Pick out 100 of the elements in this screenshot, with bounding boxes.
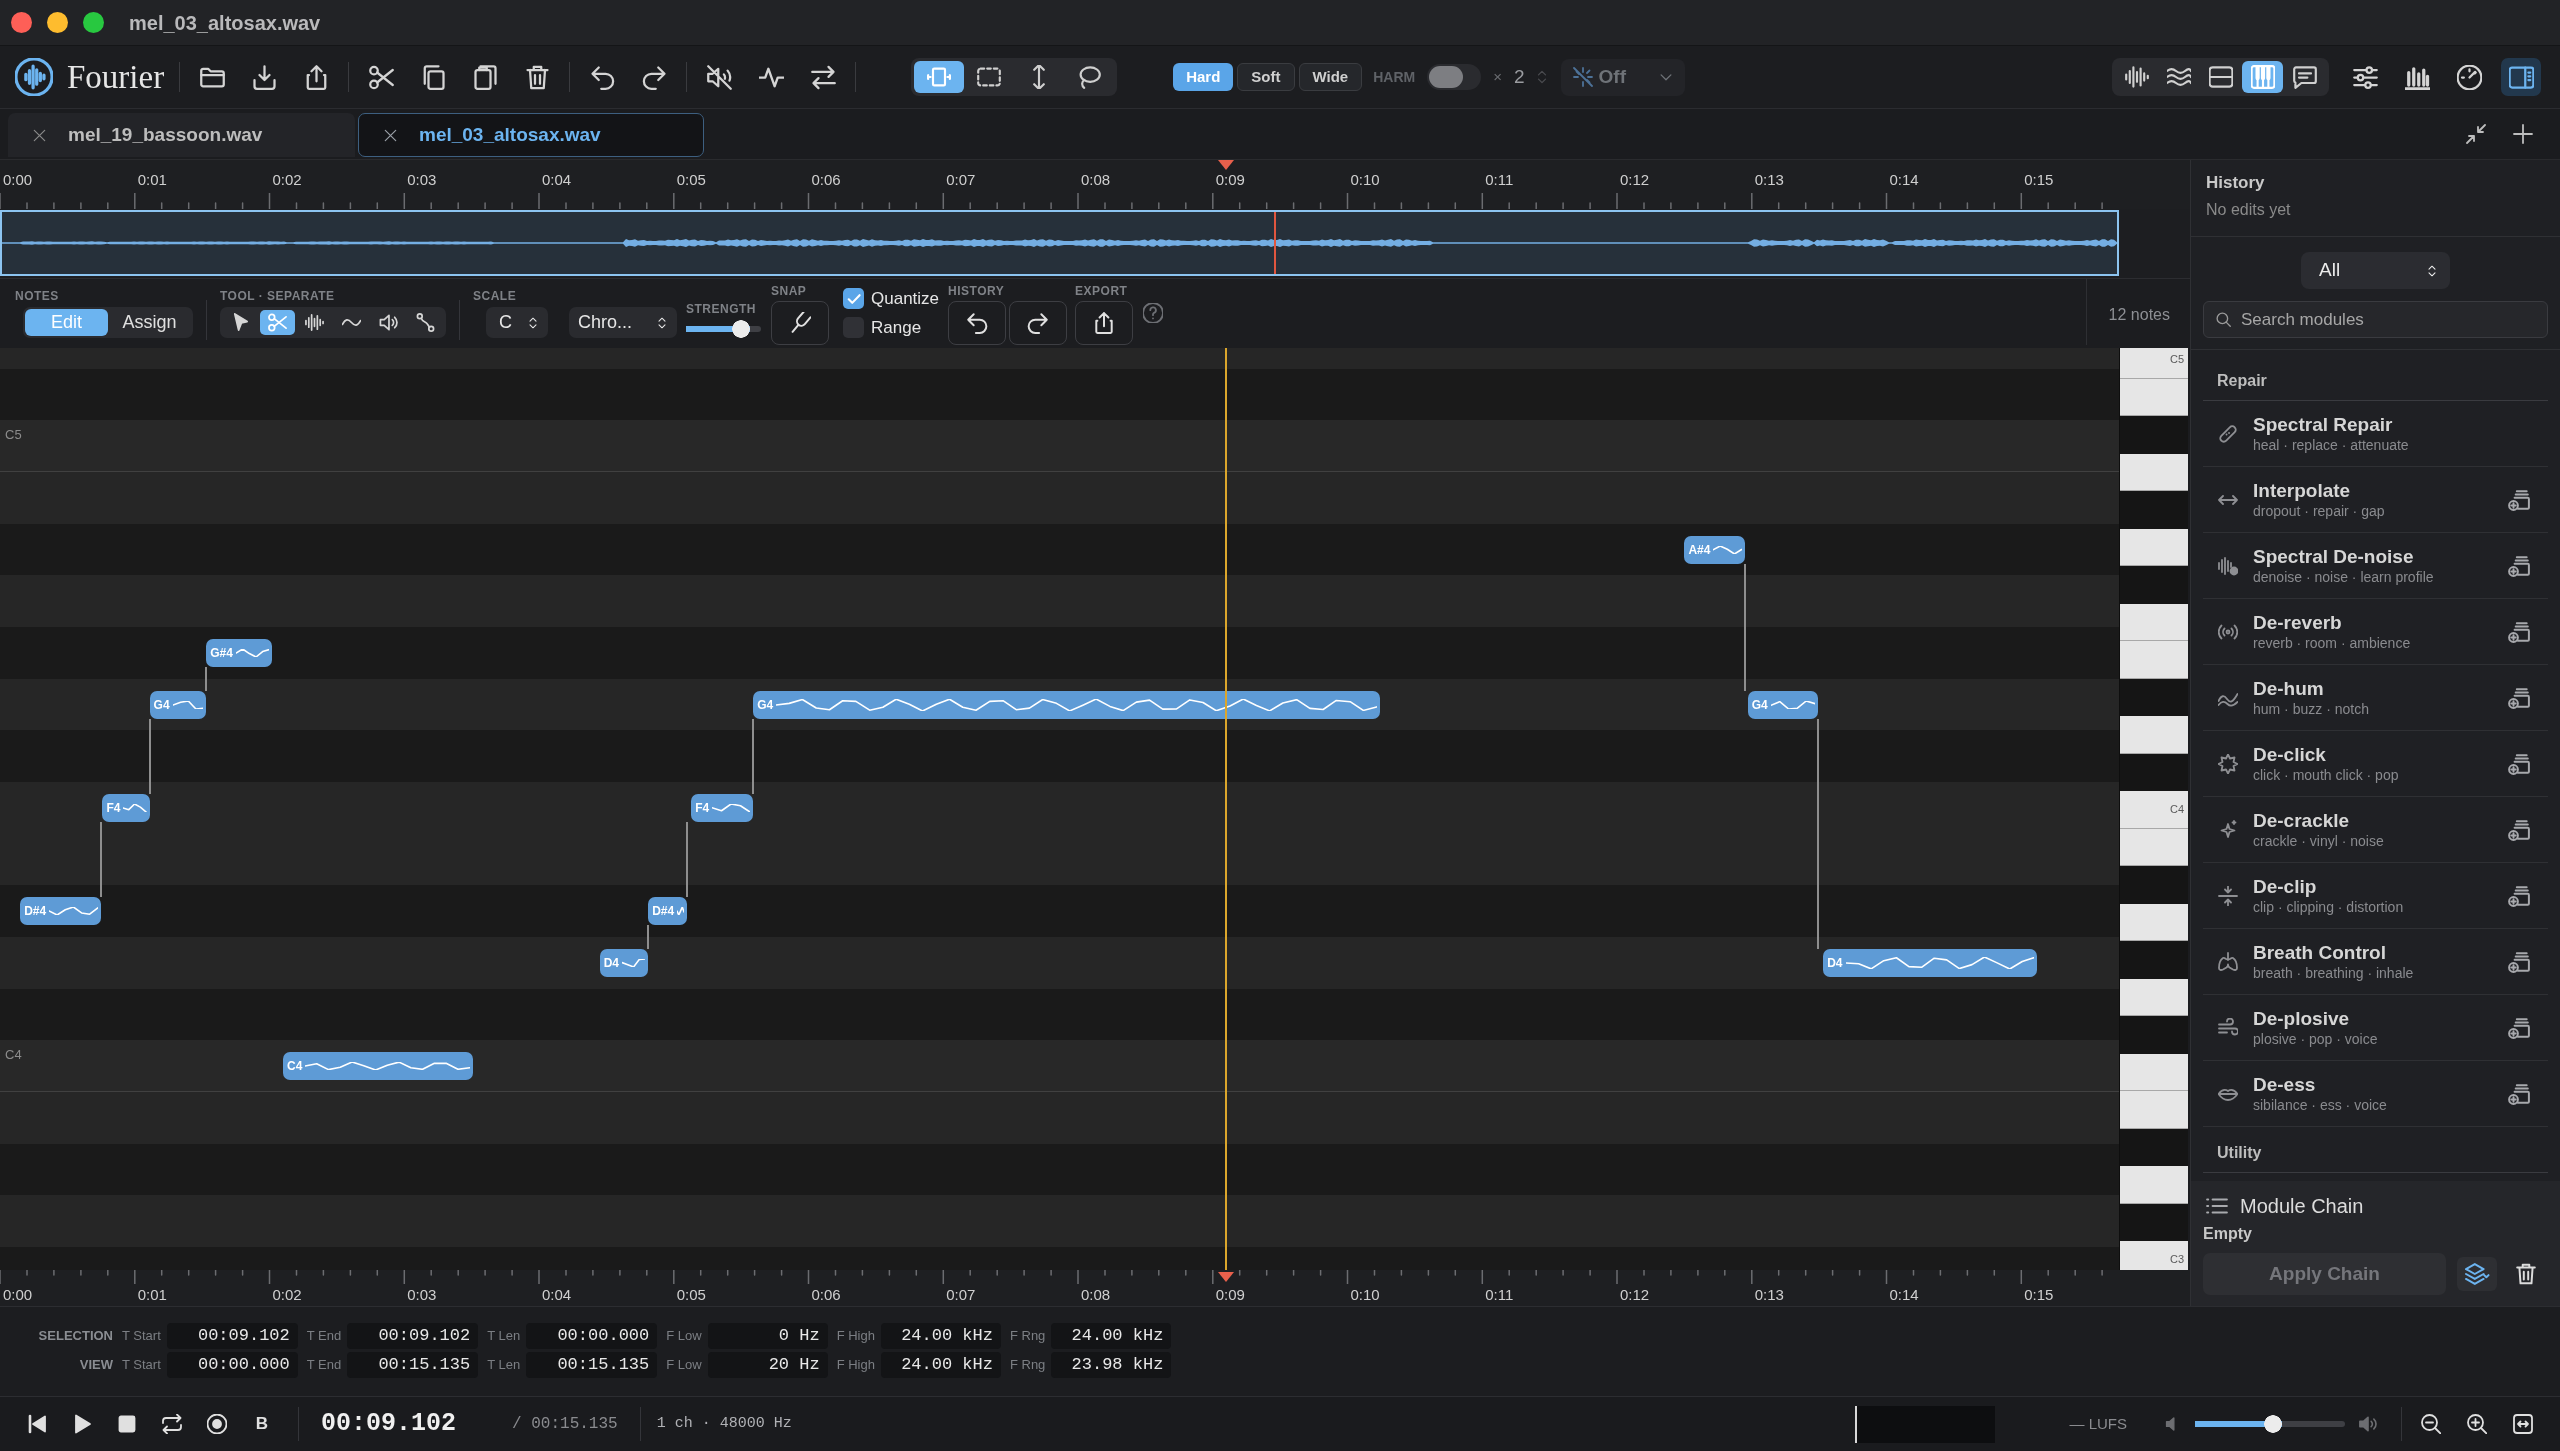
tuning-fork-icon[interactable] [789, 312, 811, 334]
history-redo-button[interactable] [1009, 301, 1068, 345]
split-rect-icon[interactable] [2208, 65, 2233, 89]
value-field[interactable]: 00:09.102 [347, 1323, 479, 1349]
module-item[interactable]: De-plosive plosive · pop · voice [2203, 995, 2548, 1061]
value-field[interactable]: 23.98 kHz [1051, 1352, 1172, 1378]
overview-viewport[interactable] [0, 210, 2119, 276]
value-field[interactable]: 24.00 kHz [880, 1352, 1001, 1378]
module-item[interactable]: Spectral De-noise denoise · noise · learn profile [2203, 533, 2548, 599]
waves-icon[interactable] [2166, 65, 2191, 89]
value-field[interactable]: 00:15.135 [526, 1352, 658, 1378]
split-tool-button[interactable] [260, 310, 295, 335]
scale-select[interactable]: Chro... [569, 307, 677, 338]
piano-key[interactable] [2120, 978, 2188, 1017]
sidebar-panel-icon[interactable] [2508, 64, 2534, 90]
piano-key[interactable] [2120, 828, 2188, 867]
mode-tab[interactable]: Assign [108, 309, 191, 336]
skip-back-icon[interactable] [27, 1414, 47, 1434]
fit-box-icon[interactable] [2513, 1414, 2533, 1434]
sliders-icon[interactable] [2352, 64, 2378, 90]
harm-toggle[interactable] [1427, 64, 1482, 90]
time-select-button[interactable] [914, 61, 965, 93]
undo-icon[interactable] [966, 312, 989, 334]
help-icon[interactable] [1143, 303, 1164, 323]
chat-bubble-icon[interactable] [2292, 65, 2317, 89]
node-path-icon[interactable] [416, 313, 435, 332]
tray-download-icon[interactable] [251, 64, 277, 90]
module-item[interactable]: De-crackle crackle · vinyl · noise [2203, 797, 2548, 863]
bar-chart-icon[interactable] [2404, 64, 2430, 90]
piano-roll-view-button[interactable] [2242, 61, 2283, 93]
trash-icon[interactable] [524, 64, 550, 90]
play-icon[interactable] [72, 1414, 92, 1434]
close-icon[interactable] [33, 128, 46, 142]
value-field[interactable]: 0 Hz [707, 1323, 828, 1349]
history-undo-button[interactable] [948, 301, 1007, 345]
piano-key[interactable] [2120, 453, 2188, 492]
speaker-slash-icon[interactable] [706, 64, 732, 90]
value-field[interactable]: 00:09.102 [166, 1323, 298, 1349]
module-item[interactable]: Interpolate dropout · repair · gap [2203, 467, 2548, 533]
tab[interactable]: mel_03_altosax.wav [358, 113, 704, 157]
value-field[interactable]: 00:00.000 [526, 1323, 658, 1349]
clip-mode-button[interactable]: Wide [1298, 63, 1363, 91]
volume-slider[interactable] [2195, 1415, 2345, 1433]
value-field[interactable]: 00:00.000 [166, 1352, 298, 1378]
tab[interactable]: mel_19_bassoon.wav [8, 113, 355, 157]
redo-icon[interactable] [641, 64, 667, 90]
undo-icon[interactable] [589, 64, 615, 90]
filter-select[interactable]: All [2301, 252, 2450, 289]
piano-key[interactable]: C3 [2120, 1241, 2188, 1270]
minimize-window-button[interactable] [47, 12, 68, 33]
cursor-icon[interactable] [231, 313, 250, 332]
lasso-icon[interactable] [1077, 65, 1102, 89]
redo-icon[interactable] [1027, 312, 1050, 334]
b-toggle-button[interactable]: B [245, 1407, 279, 1441]
piano-key[interactable] [2120, 1053, 2188, 1092]
value-field[interactable]: 24.00 kHz [1051, 1323, 1172, 1349]
speaker-high-icon[interactable] [2359, 1415, 2377, 1433]
key-select[interactable]: C [486, 307, 548, 338]
gauge-icon[interactable] [2456, 64, 2482, 90]
module-item[interactable]: De-hum hum · buzz · notch [2203, 665, 2548, 731]
value-field[interactable]: 24.00 kHz [880, 1323, 1001, 1349]
layers-menu-button[interactable] [2457, 1257, 2497, 1291]
module-item[interactable]: De-click click · mouth click · pop [2203, 731, 2548, 797]
speaker-icon[interactable] [379, 313, 398, 332]
piano-key[interactable] [2120, 903, 2188, 942]
value-field[interactable]: 20 Hz [707, 1352, 828, 1378]
waveform-icon[interactable] [305, 313, 324, 332]
trash-icon[interactable] [2515, 1263, 2537, 1285]
playhead-marker-icon[interactable] [1218, 1272, 1235, 1282]
piano-key[interactable] [2120, 603, 2188, 642]
snap-button[interactable] [771, 301, 829, 345]
module-item[interactable]: De-clip clip · clipping · distortion [2203, 863, 2548, 929]
zoom-window-button[interactable] [83, 12, 104, 33]
search-input[interactable]: Search modules [2241, 306, 2535, 333]
swap-arrows-icon[interactable] [810, 64, 836, 90]
clipboard-icon[interactable] [472, 64, 498, 90]
zoom-out-icon[interactable] [2421, 1414, 2441, 1434]
search-field[interactable]: Search modules [2203, 301, 2548, 338]
waveform-icon[interactable] [2124, 65, 2149, 89]
dashed-rect-icon[interactable] [977, 65, 1002, 89]
piano-key[interactable]: C4 [2120, 791, 2188, 829]
sidebar-toggle-button[interactable] [2501, 58, 2541, 96]
layers-icon[interactable] [2464, 1263, 2490, 1285]
close-window-button[interactable] [11, 12, 32, 33]
piano-key[interactable]: C5 [2120, 348, 2188, 379]
piano-key[interactable] [2120, 528, 2188, 567]
stop-icon[interactable] [117, 1414, 137, 1434]
export-notes-button[interactable] [1075, 301, 1134, 345]
close-icon[interactable] [384, 128, 397, 142]
zoom-in-icon[interactable] [2467, 1414, 2487, 1434]
piano-key[interactable] [2120, 378, 2188, 417]
clip-mode-button[interactable]: Soft [1237, 63, 1295, 91]
loop-icon[interactable] [162, 1414, 182, 1434]
module-item[interactable]: De-ess sibilance · ess · voice [2203, 1061, 2548, 1127]
scissors-icon[interactable] [368, 64, 394, 90]
module-item[interactable]: De-reverb reverb · room · ambience [2203, 599, 2548, 665]
record-icon[interactable] [207, 1414, 227, 1434]
value-field[interactable]: 00:15.135 [347, 1352, 479, 1378]
module-item[interactable]: Spectral Repair heal · replace · attenuate [2203, 401, 2548, 467]
overview-playhead[interactable] [1273, 212, 1276, 274]
